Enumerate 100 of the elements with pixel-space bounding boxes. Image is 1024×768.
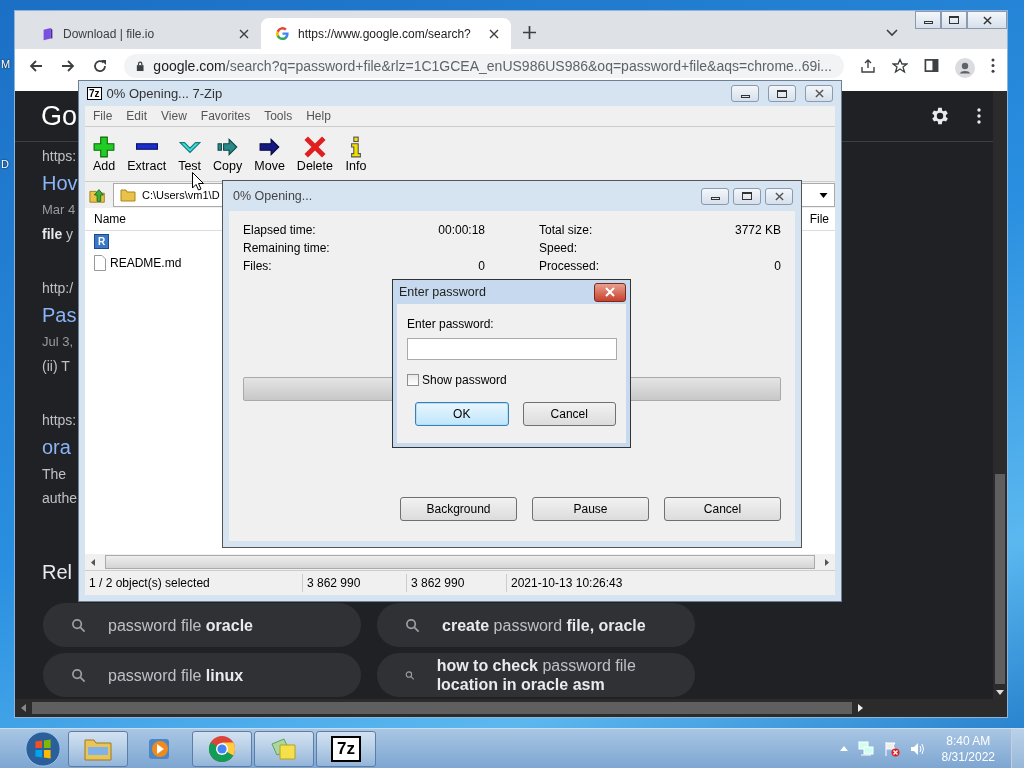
dialog-button[interactable]: Cancel xyxy=(664,497,781,521)
minimize-button[interactable] xyxy=(701,187,729,205)
related-search-chip[interactable]: how to check password file location in oracle asm xyxy=(377,653,695,697)
toolbar-button[interactable]: Delete xyxy=(296,135,333,173)
file-name[interactable]: README.md xyxy=(110,255,182,270)
browser-tab[interactable]: Download | file.io xyxy=(23,18,261,49)
status-text: 3 862 990 xyxy=(407,574,507,592)
dropdown-icon[interactable] xyxy=(819,192,828,198)
checkbox[interactable] xyxy=(407,374,419,386)
taskbar-button[interactable] xyxy=(254,730,314,767)
dialog-button[interactable]: Pause xyxy=(532,497,649,521)
result-title[interactable]: Pas xyxy=(42,300,77,330)
menu-icon[interactable] xyxy=(977,108,981,124)
dialog-button[interactable]: Background xyxy=(400,497,517,521)
desktop-icon-label: D xyxy=(1,158,10,170)
close-button[interactable] xyxy=(765,187,793,205)
result-snippet: file y xyxy=(42,225,74,244)
close-icon[interactable] xyxy=(239,28,249,39)
star-icon[interactable] xyxy=(892,58,908,74)
toolbar-button[interactable]: Extract xyxy=(127,135,167,173)
stat-label: Processed: xyxy=(539,259,600,273)
related-search-chip[interactable]: password file oracle xyxy=(43,603,361,647)
stat-value: 0 xyxy=(774,259,781,273)
close-icon xyxy=(982,15,992,25)
dialog-title: Enter password xyxy=(399,285,486,299)
address-bar[interactable]: google.com/search?q=password+file&rlz=1C1GCEA_enUS986US986&oq=password+file&aqs=chrome..69i... xyxy=(124,54,844,78)
scroll-right-icon[interactable] xyxy=(825,558,829,566)
start-button[interactable] xyxy=(24,729,62,768)
menu-item[interactable]: Favorites xyxy=(200,109,251,123)
restore-button[interactable] xyxy=(768,85,796,102)
chrome-icon xyxy=(208,734,236,763)
dialog-title: 0% Opening... xyxy=(233,189,313,203)
toolbar-button[interactable]: Copy xyxy=(213,135,243,173)
result-date: Jul 3, xyxy=(42,333,74,351)
search-icon xyxy=(71,667,86,683)
desktop-icon-label: M xyxy=(1,58,11,70)
toolbar-button[interactable]: Move xyxy=(254,135,285,173)
archive-icon[interactable]: R xyxy=(94,234,110,249)
vertical-scrollbar[interactable] xyxy=(993,91,1007,699)
column-header[interactable]: File xyxy=(803,212,835,226)
menu-item[interactable]: View xyxy=(161,109,187,123)
stat-label: Total size: xyxy=(539,223,593,237)
side-panel-icon[interactable] xyxy=(924,58,939,73)
folder-icon xyxy=(120,187,136,203)
scrollbar-thumb[interactable] xyxy=(995,474,1005,684)
close-icon[interactable] xyxy=(489,28,499,39)
result-title[interactable]: ora xyxy=(42,432,71,462)
close-button[interactable] xyxy=(594,282,626,302)
toolbar-button[interactable]: Add xyxy=(93,135,116,173)
scroll-left-icon[interactable] xyxy=(21,704,26,712)
related-search-chip[interactable]: create password file, oracle xyxy=(377,603,695,647)
result-date: Mar 4 xyxy=(42,201,76,219)
scroll-right-icon[interactable] xyxy=(858,704,863,712)
menu-item[interactable]: Help xyxy=(306,109,331,123)
close-button[interactable] xyxy=(805,85,833,102)
minimize-button[interactable] xyxy=(731,85,759,102)
settings-icon[interactable] xyxy=(929,105,951,127)
toolbar-button[interactable]: Test xyxy=(178,135,202,173)
menu-icon[interactable] xyxy=(991,58,995,73)
taskbar-button[interactable]: 7z xyxy=(316,730,376,767)
password-field[interactable] xyxy=(407,338,617,360)
close-icon xyxy=(814,89,824,98)
restore-button[interactable] xyxy=(733,187,761,205)
toolbar-button[interactable]: Info xyxy=(345,135,367,173)
taskbar-button[interactable] xyxy=(68,730,128,767)
forward-icon[interactable] xyxy=(60,58,76,74)
google-icon xyxy=(275,26,290,41)
dialog-button[interactable]: Cancel xyxy=(522,402,616,426)
result-url: https: xyxy=(42,147,77,166)
restore-button[interactable] xyxy=(941,11,967,29)
back-icon[interactable] xyxy=(28,58,44,74)
menu-item[interactable]: Tools xyxy=(264,109,293,123)
menu-item[interactable]: File xyxy=(93,109,113,123)
close-icon xyxy=(605,287,615,297)
share-icon[interactable] xyxy=(860,58,876,74)
result-snippet: The xyxy=(42,465,67,484)
result-title[interactable]: Hov xyxy=(42,168,78,198)
stat-label: Files: xyxy=(243,259,272,273)
related-search-chip[interactable]: password file linux xyxy=(43,653,361,697)
status-text: 3 862 990 xyxy=(303,574,407,592)
close-button[interactable] xyxy=(967,11,1007,29)
reload-icon[interactable] xyxy=(92,58,108,74)
minimize-button[interactable] xyxy=(915,11,941,29)
folder-up-icon[interactable] xyxy=(89,186,107,204)
plus-icon xyxy=(93,135,116,158)
browser-tab[interactable]: https://www.google.com/search? xyxy=(261,18,511,49)
delete-icon xyxy=(303,135,326,158)
menu-item[interactable]: Edit xyxy=(126,109,148,123)
dialog-button[interactable]: OK xyxy=(415,402,509,426)
google-logo[interactable]: Go xyxy=(41,100,78,132)
minus-icon xyxy=(135,143,158,150)
new-tab-icon[interactable] xyxy=(523,26,536,39)
profile-icon[interactable] xyxy=(955,58,975,78)
horizontal-scrollbar[interactable] xyxy=(15,699,1007,717)
taskbar-button[interactable] xyxy=(192,730,252,767)
checkbox-label[interactable]: Show password xyxy=(422,373,507,387)
scroll-down-icon[interactable] xyxy=(996,690,1004,695)
scroll-left-icon[interactable] xyxy=(91,558,95,566)
chevron-down-icon[interactable] xyxy=(886,29,898,37)
flag-icon[interactable] xyxy=(883,740,900,757)
